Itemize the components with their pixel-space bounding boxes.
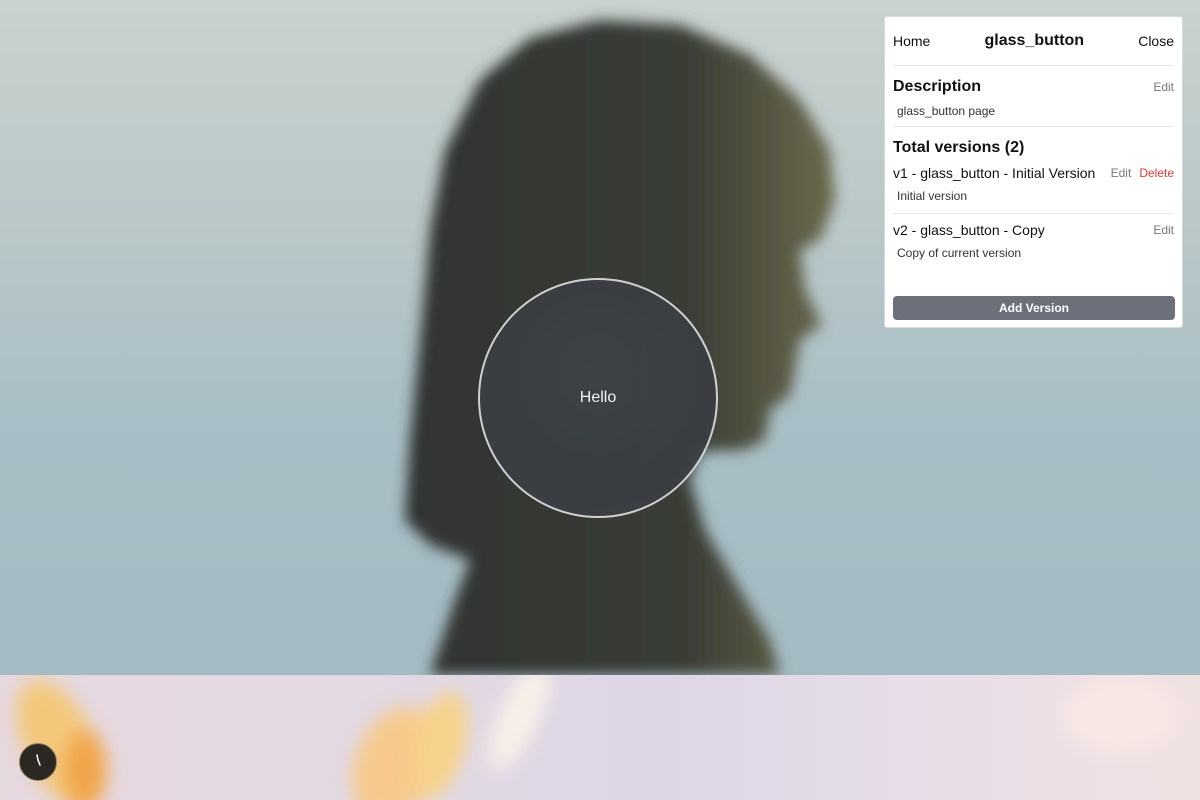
versions-heading: Total versions (2) (893, 139, 1025, 156)
clock-control-button[interactable] (19, 743, 57, 781)
flower-image (16, 675, 1180, 800)
clock-icon (30, 752, 46, 773)
edit-description-button[interactable]: Edit (1153, 80, 1174, 94)
description-heading: Description (893, 78, 982, 95)
versions-section: Total versions (2) v1 - glass_button - I… (893, 127, 1174, 270)
edit-version-button[interactable]: Edit (1111, 166, 1132, 180)
versions-panel: Home glass_button Close Description Edit… (884, 16, 1183, 328)
version-name: v2 - glass_button - Copy (893, 222, 1045, 238)
description-section: Description Edit glass_button page (893, 66, 1174, 127)
add-version-button[interactable]: Add Version (893, 296, 1175, 320)
glass-button-label: Hello (579, 389, 617, 406)
version-note: Copy of current version (897, 246, 1022, 260)
version-item: v1 - glass_button - Initial Version Edit… (893, 157, 1174, 214)
hello-glass-button[interactable]: Hello (478, 278, 718, 518)
page-title: glass_button (984, 32, 1085, 49)
version-note: Initial version (897, 189, 968, 203)
home-link[interactable]: Home (893, 33, 930, 49)
background-flowers (0, 675, 1200, 800)
delete-version-button[interactable]: Delete (1139, 166, 1174, 180)
panel-header: Home glass_button Close (893, 17, 1174, 66)
version-item: v2 - glass_button - Copy Edit Copy of cu… (893, 214, 1174, 270)
edit-version-button[interactable]: Edit (1153, 223, 1174, 237)
description-text: glass_button page (897, 104, 996, 118)
version-name: v1 - glass_button - Initial Version (893, 165, 1096, 181)
app-stage: Hello Home glass_button Close Descriptio… (0, 0, 1200, 800)
close-button[interactable]: Close (1138, 33, 1174, 49)
